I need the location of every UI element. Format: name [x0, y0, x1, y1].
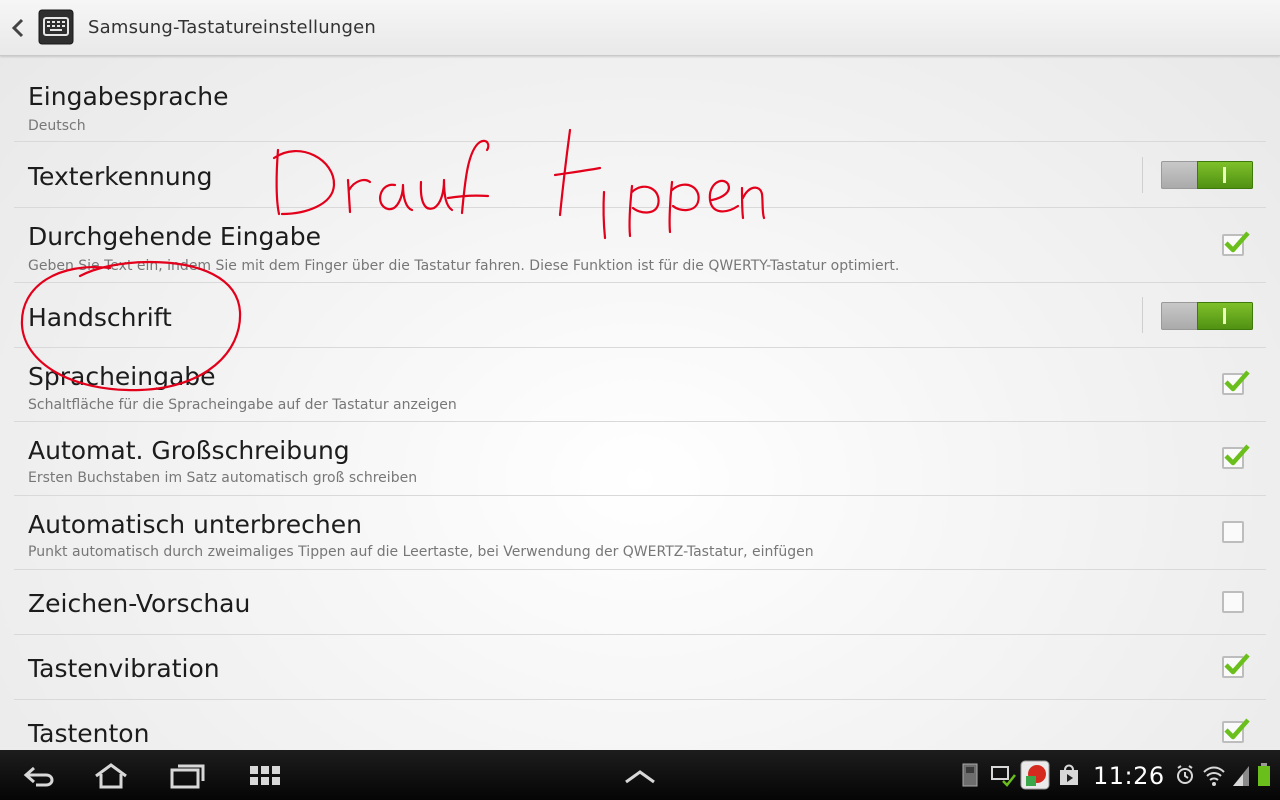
wifi-icon — [1203, 766, 1225, 786]
setting-row-spracheingabe[interactable]: Spracheingabe Schaltfläche für die Sprac… — [14, 348, 1266, 422]
toggle-on-thumb — [1197, 161, 1253, 189]
chevron-up-icon[interactable] — [622, 762, 658, 790]
checkmark-icon — [1224, 370, 1250, 392]
automatisch-unterbrechen-checkbox[interactable] — [1222, 521, 1244, 543]
toggle-divider — [1142, 157, 1143, 193]
spracheingabe-checkbox[interactable] — [1222, 370, 1250, 395]
action-bar: Samsung-Tastatureinstellungen — [0, 0, 1280, 56]
setting-row-zeichen-vorschau[interactable]: Zeichen-Vorschau — [14, 570, 1266, 635]
checkmark-icon — [1224, 718, 1250, 740]
setting-subtitle: Punkt automatisch durch zweimaliges Tipp… — [28, 544, 814, 560]
setting-row-handschrift[interactable]: Handschrift — [14, 283, 1266, 348]
setting-subtitle: Deutsch — [28, 118, 86, 134]
setting-title: Automat. Großschreibung — [28, 436, 350, 465]
checkmark-icon — [1224, 444, 1250, 466]
sd-card-icon — [962, 763, 978, 787]
toggle-divider — [1142, 297, 1143, 333]
back-arrow-icon[interactable] — [8, 14, 28, 42]
setting-row-durchgehende-eingabe[interactable]: Durchgehende Eingabe Geben Sie Text ein,… — [14, 208, 1266, 283]
setting-row-grossschreibung[interactable]: Automat. Großschreibung Ersten Buchstabe… — [14, 422, 1266, 496]
setting-row-texterkennung[interactable]: Texterkennung — [14, 142, 1266, 208]
screenshot-grid-icon[interactable] — [247, 762, 283, 790]
setting-subtitle: Ersten Buchstaben im Satz automatisch gr… — [28, 470, 418, 486]
tastenvibration-checkbox[interactable] — [1222, 653, 1250, 678]
app-notification-icon — [1020, 760, 1050, 790]
home-icon[interactable] — [93, 762, 129, 790]
system-navigation-bar: 11:26 — [0, 750, 1280, 800]
durchgehende-eingabe-checkbox[interactable] — [1222, 231, 1250, 256]
texterkennung-toggle[interactable] — [1161, 161, 1253, 189]
battery-icon — [1258, 763, 1270, 786]
setting-row-tastenvibration[interactable]: Tastenvibration — [14, 635, 1266, 700]
page-title: Samsung-Tastatureinstellungen — [88, 17, 376, 38]
setting-title: Spracheingabe — [28, 362, 216, 391]
recent-apps-icon[interactable] — [169, 762, 205, 790]
setting-title: Tastenvibration — [28, 654, 220, 683]
setting-subtitle: Schaltfläche für die Spracheingabe auf d… — [28, 397, 457, 413]
setting-subtitle: Geben Sie Text ein, indem Sie mit dem Fi… — [28, 258, 900, 274]
setting-title: Eingabesprache — [28, 82, 229, 111]
setting-row-eingabesprache[interactable]: Eingabesprache Deutsch — [14, 56, 1266, 142]
alarm-clock-icon — [1177, 765, 1193, 784]
setting-title: Handschrift — [28, 303, 172, 332]
status-clock: 11:26 — [1093, 762, 1165, 790]
settings-list[interactable]: Eingabesprache Deutsch Texterkennung Dur… — [14, 56, 1266, 750]
setting-title: Tastenton — [28, 719, 150, 748]
setting-row-tastenton[interactable]: Tastenton — [14, 700, 1266, 750]
setting-title: Texterkennung — [28, 162, 213, 191]
toggle-on-thumb — [1197, 302, 1253, 330]
grossschreibung-checkbox[interactable] — [1222, 444, 1250, 469]
setting-row-automatisch-unterbrechen[interactable]: Automatisch unterbrechen Punkt automatis… — [14, 496, 1266, 570]
zeichen-vorschau-checkbox[interactable] — [1222, 591, 1244, 613]
handschrift-toggle[interactable] — [1161, 302, 1253, 330]
back-icon[interactable] — [22, 762, 58, 790]
checkmark-icon — [1224, 231, 1250, 253]
shopping-bag-icon — [1060, 764, 1078, 785]
setting-title: Automatisch unterbrechen — [28, 510, 362, 539]
setting-title: Zeichen-Vorschau — [28, 589, 251, 618]
screen-mirroring-icon — [991, 766, 1016, 787]
signal-strength-icon — [1233, 766, 1249, 786]
setting-title: Durchgehende Eingabe — [28, 222, 321, 251]
checkmark-icon — [1224, 653, 1250, 675]
keyboard-settings-icon[interactable] — [38, 9, 74, 45]
tastenton-checkbox[interactable] — [1222, 718, 1250, 743]
